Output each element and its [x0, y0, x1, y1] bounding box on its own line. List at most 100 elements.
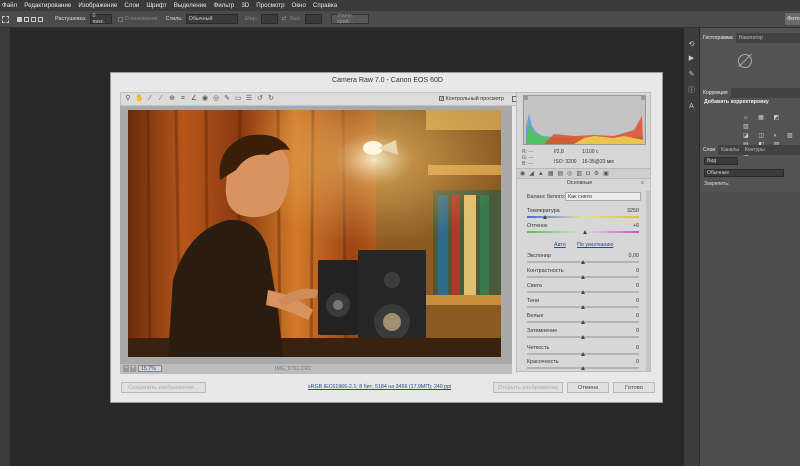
blend-mode-select[interactable]: Обычные — [704, 169, 784, 177]
red-eye-icon[interactable]: ◎ — [212, 95, 220, 103]
default-link[interactable]: По умолчанию — [577, 242, 613, 248]
auto-link[interactable]: Авто — [554, 242, 566, 248]
menu-item-edit[interactable]: Редактирование — [24, 2, 71, 9]
presets-icon[interactable]: ⚙ — [594, 171, 603, 177]
history-icon[interactable]: ⟲ — [687, 40, 696, 49]
preview-image[interactable] — [128, 110, 501, 357]
detail-icon[interactable]: ▲ — [538, 171, 548, 177]
feather-input[interactable]: 0 пикс. — [89, 13, 112, 25]
slider-value[interactable]: 0 — [636, 313, 639, 319]
info-icon[interactable]: ⓘ — [687, 86, 696, 95]
tone-curve-icon[interactable]: ◢ — [529, 171, 538, 177]
zoom-tool-icon[interactable]: ⚲ — [124, 95, 132, 103]
slider-clarity[interactable]: Четкость 0 — [527, 345, 639, 359]
tab-channels[interactable]: Каналы — [718, 145, 742, 155]
save-image-button[interactable]: Сохранить изображение... — [121, 382, 206, 393]
menu-item-type[interactable]: Шрифт — [146, 2, 166, 9]
slider-temperature[interactable]: Температура 3250 — [527, 208, 639, 222]
cancel-button[interactable]: Отмена — [567, 382, 609, 393]
slider-thumb[interactable] — [581, 366, 585, 370]
zoom-out-button[interactable]: − — [123, 365, 129, 372]
slider-value[interactable]: 3250 — [627, 208, 639, 214]
slider-value[interactable]: 0 — [636, 268, 639, 274]
actions-icon[interactable]: ▶ — [687, 54, 696, 63]
subtract-selection-icon[interactable] — [31, 16, 36, 22]
zoom-level-select[interactable]: 15.7% — [138, 365, 162, 372]
snapshots-icon[interactable]: ▣ — [603, 171, 613, 177]
preferences-icon[interactable]: ☰ — [245, 95, 253, 103]
slider-thumb[interactable] — [581, 335, 585, 339]
tab-navigator[interactable]: Навигатор — [736, 33, 766, 43]
color-sampler-icon[interactable]: ⁄ — [157, 95, 165, 103]
highlight-clip-icon[interactable] — [641, 96, 645, 100]
hsl-icon[interactable]: ▦ — [548, 171, 558, 177]
intersect-selection-icon[interactable] — [38, 16, 43, 22]
slider-value[interactable]: 0 — [636, 298, 639, 304]
slider-thumb[interactable] — [581, 260, 585, 264]
menu-item-file[interactable]: Файл — [2, 2, 17, 9]
targeted-adjust-icon[interactable]: ⊕ — [168, 95, 176, 103]
menu-item-image[interactable]: Изображение — [78, 2, 117, 9]
hand-tool-icon[interactable]: ✋ — [135, 95, 144, 103]
menu-item-layers[interactable]: Слои — [124, 2, 139, 9]
slider-tint[interactable]: Оттенок +6 — [527, 223, 639, 237]
open-image-button[interactable]: Открыть изображение — [493, 382, 563, 393]
adjustment-brush-icon[interactable]: ✎ — [223, 95, 231, 103]
brush-presets-icon[interactable]: ✎ — [687, 70, 696, 79]
slider-value[interactable]: 0 — [636, 345, 639, 351]
white-balance-icon[interactable]: ⁄ — [146, 95, 154, 103]
basic-tab-icon[interactable]: ◉ — [520, 171, 529, 177]
slider-highlights[interactable]: Света 0 — [527, 283, 639, 297]
slider-thumb[interactable] — [542, 215, 547, 219]
slider-value[interactable]: 0,00 — [629, 253, 640, 259]
zoom-in-button[interactable]: + — [130, 365, 136, 372]
rotate-right-icon[interactable]: ↻ — [267, 95, 275, 103]
slider-thumb[interactable] — [581, 275, 585, 279]
height-input[interactable] — [305, 14, 323, 24]
slider-value[interactable]: 0 — [636, 359, 639, 365]
character-icon[interactable]: A — [687, 102, 696, 111]
slider-value[interactable]: 0 — [636, 328, 639, 334]
white-balance-select[interactable]: Как снято — [565, 192, 641, 201]
slider-thumb[interactable] — [581, 320, 585, 324]
shadow-clip-icon[interactable] — [524, 96, 528, 100]
spot-removal-icon[interactable]: ◉ — [201, 95, 209, 103]
style-select[interactable]: Обычный — [185, 14, 238, 24]
panel-menu-icon[interactable]: ≡ — [641, 180, 644, 186]
preview-checkbox[interactable]: ✓ Контрольный просмотр — [439, 96, 504, 102]
menu-item-filter[interactable]: Фильтр — [214, 2, 235, 9]
menu-item-3d[interactable]: 3D — [241, 2, 249, 9]
done-button[interactable]: Готово — [613, 382, 655, 393]
split-toning-icon[interactable]: ▤ — [558, 171, 568, 177]
slider-thumb[interactable] — [581, 305, 585, 309]
workflow-options-link[interactable]: sRGB IEC61966-2.1; 8 бит; 5184 на 3456 (… — [308, 384, 451, 390]
slider-whites[interactable]: Белые 0 — [527, 313, 639, 327]
graduated-filter-icon[interactable]: ▭ — [234, 95, 242, 103]
slider-exposure[interactable]: Экспонир 0,00 — [527, 253, 639, 267]
tab-layers[interactable]: Слои — [700, 145, 719, 155]
menu-item-select[interactable]: Выделение — [174, 2, 207, 9]
layer-kind-select[interactable]: Вид — [704, 157, 738, 165]
slider-thumb[interactable] — [583, 230, 588, 234]
slider-blacks[interactable]: Затемнение 0 — [527, 328, 639, 342]
workspace-switcher[interactable]: Фото — [785, 13, 800, 25]
menu-item-help[interactable]: Справка — [313, 2, 337, 9]
straighten-icon[interactable]: ∠ — [190, 95, 198, 103]
effects-icon[interactable]: ▥ — [576, 171, 586, 177]
adjustment-icons[interactable]: ☼ ▦ ◩ ▥◪ ◫ ◐ ▧▤ ◧ ▨ ◨ — [743, 114, 798, 157]
marquee-tool-icon[interactable] — [2, 15, 9, 23]
tab-adjustments[interactable]: Коррекция — [700, 88, 731, 98]
crop-icon[interactable]: ⌗ — [179, 95, 187, 103]
antialias-checkbox[interactable] — [117, 16, 123, 22]
slider-contrast[interactable]: Контрастность 0 — [527, 268, 639, 282]
slider-thumb[interactable] — [581, 290, 585, 294]
tab-histogram[interactable]: Гистограмма — [700, 33, 736, 43]
rotate-left-icon[interactable]: ↺ — [256, 95, 264, 103]
menu-item-window[interactable]: Окно — [292, 2, 306, 9]
slider-value[interactable]: +6 — [633, 223, 639, 229]
tool-mode-icons[interactable] — [17, 16, 43, 22]
width-input[interactable] — [260, 14, 278, 24]
swap-icon[interactable]: ⇄ — [282, 16, 287, 22]
slider-thumb[interactable] — [581, 352, 585, 356]
add-selection-icon[interactable] — [24, 16, 29, 22]
